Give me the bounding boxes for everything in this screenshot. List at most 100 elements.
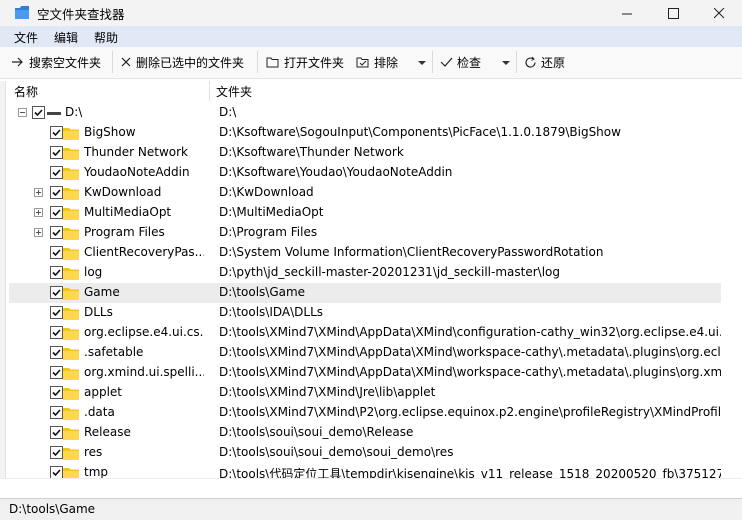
horizontal-scrollbar[interactable] xyxy=(0,478,742,499)
checkmark-icon xyxy=(52,149,61,157)
restore-button[interactable]: 还原 xyxy=(524,52,565,72)
exclude-button[interactable]: 排除 xyxy=(356,52,398,72)
tree-row[interactable]: .safetable D:\tools\XMind7\XMind\AppData\… xyxy=(9,343,721,363)
tree-row[interactable]: res D:\tools\soui\soui_demo\soui_demo\res xyxy=(9,443,721,463)
close-button[interactable] xyxy=(696,0,742,26)
exclude-folder-icon xyxy=(356,57,369,68)
folder-icon xyxy=(63,268,79,280)
checkmark-icon xyxy=(52,349,61,357)
checkmark-icon xyxy=(52,249,61,257)
tree-row-name: log xyxy=(84,265,103,279)
tree-row[interactable]: ClientRecoveryPas... D:\System Volume Inf… xyxy=(9,243,721,263)
expand-icon[interactable] xyxy=(34,188,43,197)
menu-edit[interactable]: 编辑 xyxy=(54,29,78,46)
toolbar-separator xyxy=(516,51,517,73)
tree-root-row[interactable]: D:\ D:\ xyxy=(9,103,721,123)
checkbox[interactable] xyxy=(50,366,63,379)
column-header-name[interactable]: 名称 xyxy=(14,83,38,100)
delete-x-icon xyxy=(121,57,131,67)
folder-icon xyxy=(63,328,79,340)
toolbar-separator xyxy=(112,51,113,73)
checkbox[interactable] xyxy=(50,446,63,459)
tree-row[interactable]: YoudaoNoteAddin D:\Ksoftware\Youdao\Youda… xyxy=(9,163,721,183)
menu-help[interactable]: 帮助 xyxy=(94,29,118,46)
tree-row[interactable]: MultiMediaOpt D:\MultiMediaOpt xyxy=(9,203,721,223)
checkbox[interactable] xyxy=(32,106,45,119)
column-divider[interactable] xyxy=(209,81,210,101)
checkbox[interactable] xyxy=(50,166,63,179)
checkbox[interactable] xyxy=(50,226,63,239)
folder-icon xyxy=(63,368,79,380)
checkbox[interactable] xyxy=(50,306,63,319)
tree-row-path: D:\Ksoftware\SogouInput\Components\PicFa… xyxy=(219,125,621,139)
tree-row[interactable]: Release D:\tools\soui\soui_demo\Release xyxy=(9,423,721,443)
vertical-scrollbar[interactable] xyxy=(721,81,742,478)
tree-row[interactable]: KwDownload D:\KwDownload xyxy=(9,183,721,203)
expand-icon[interactable] xyxy=(34,208,43,217)
minimize-button[interactable] xyxy=(604,0,650,26)
window-title: 空文件夹查找器 xyxy=(37,7,125,22)
checkbox[interactable] xyxy=(50,326,63,339)
checkbox[interactable] xyxy=(50,186,63,199)
folder-icon xyxy=(63,348,79,360)
checkbox[interactable] xyxy=(50,126,63,139)
tree-row[interactable]: Program Files D:\Program Files xyxy=(9,223,721,243)
folder-icon xyxy=(63,128,79,140)
tree-row-path: D:\tools\XMind7\XMind\Jre\lib\applet xyxy=(219,385,436,399)
tree-row-path: D:\System Volume Information\ClientRecov… xyxy=(219,245,604,259)
tree-row[interactable]: org.eclipse.e4.ui.cs... D:\tools\XMind7\X… xyxy=(9,323,721,343)
tree-row[interactable]: log D:\pyth\jd_seckill-master-20201231\jd… xyxy=(9,263,721,283)
title-bar: 空文件夹查找器 xyxy=(0,0,742,26)
checkbox[interactable] xyxy=(50,286,63,299)
tree-row[interactable]: org.xmind.ui.spelli... D:\tools\XMind7\XM… xyxy=(9,363,721,383)
menu-bar: 文件 编辑 帮助 xyxy=(0,26,742,47)
tree-row[interactable]: .data D:\tools\XMind7\XMind\P2\org.eclips… xyxy=(9,403,721,423)
checkbox[interactable] xyxy=(50,406,63,419)
exclude-dropdown-arrow-icon[interactable] xyxy=(418,61,426,65)
search-empty-folders-button[interactable]: 搜索空文件夹 xyxy=(11,52,101,72)
maximize-button[interactable] xyxy=(650,0,696,26)
tree-row-name: .safetable xyxy=(84,345,144,359)
checkbox[interactable] xyxy=(50,386,63,399)
checkbox[interactable] xyxy=(50,206,63,219)
tree-row-name: org.eclipse.e4.ui.cs... xyxy=(84,325,204,339)
tree-row-path: D:\tools\XMind7\XMind\AppData\XMind\work… xyxy=(219,365,721,379)
tree-row[interactable]: BigShow D:\Ksoftware\SogouInput\Component… xyxy=(9,123,721,143)
column-header-folder[interactable]: 文件夹 xyxy=(216,83,252,100)
check-dropdown-arrow-icon[interactable] xyxy=(502,61,510,65)
tree-root-label: D:\ xyxy=(65,105,83,119)
folder-icon xyxy=(63,188,79,200)
tree-row[interactable]: DLLs D:\tools\IDA\DLLs xyxy=(9,303,721,323)
checkbox[interactable] xyxy=(50,466,63,478)
delete-selected-button[interactable]: 删除已选中的文件夹 xyxy=(120,52,244,72)
tree-row-name: org.xmind.ui.spelli... xyxy=(84,365,204,379)
tree-row[interactable]: Thunder Network D:\Ksoftware\Thunder Netw… xyxy=(9,143,721,163)
toolbar-separator xyxy=(432,51,433,73)
checkbox[interactable] xyxy=(50,146,63,159)
check-button[interactable]: 检查 xyxy=(440,52,481,72)
checkmark-icon xyxy=(52,469,61,477)
checkmark-icon xyxy=(52,229,61,237)
menu-file[interactable]: 文件 xyxy=(14,29,38,46)
tree-row-path: D:\pyth\jd_seckill-master-20201231\jd_se… xyxy=(219,265,560,279)
minimize-icon xyxy=(621,13,632,14)
checkbox[interactable] xyxy=(50,346,63,359)
expand-icon[interactable] xyxy=(34,228,43,237)
open-folder-button[interactable]: 打开文件夹 xyxy=(266,52,344,72)
maximize-icon xyxy=(667,7,679,19)
checkbox[interactable] xyxy=(50,266,63,279)
folder-icon xyxy=(63,148,79,160)
tree-row-name: BigShow xyxy=(84,125,136,139)
toolbar-separator xyxy=(257,51,258,73)
checkbox[interactable] xyxy=(50,426,63,439)
tree-row[interactable]: applet D:\tools\XMind7\XMind\Jre\lib\appl… xyxy=(9,383,721,403)
tree-row[interactable]: Game D:\tools\Game xyxy=(9,283,721,303)
tree-row-name: res xyxy=(84,445,103,459)
checkmark-icon xyxy=(52,389,61,397)
tree-row-name: ClientRecoveryPas... xyxy=(84,245,204,259)
tree-row[interactable]: tmp D:\tools\代码定位工具\tempdir\kisengine\kis… xyxy=(9,463,721,478)
checkbox[interactable] xyxy=(50,246,63,259)
folder-icon xyxy=(63,448,79,460)
check-label: 检查 xyxy=(457,55,482,70)
collapse-icon[interactable] xyxy=(18,108,27,117)
